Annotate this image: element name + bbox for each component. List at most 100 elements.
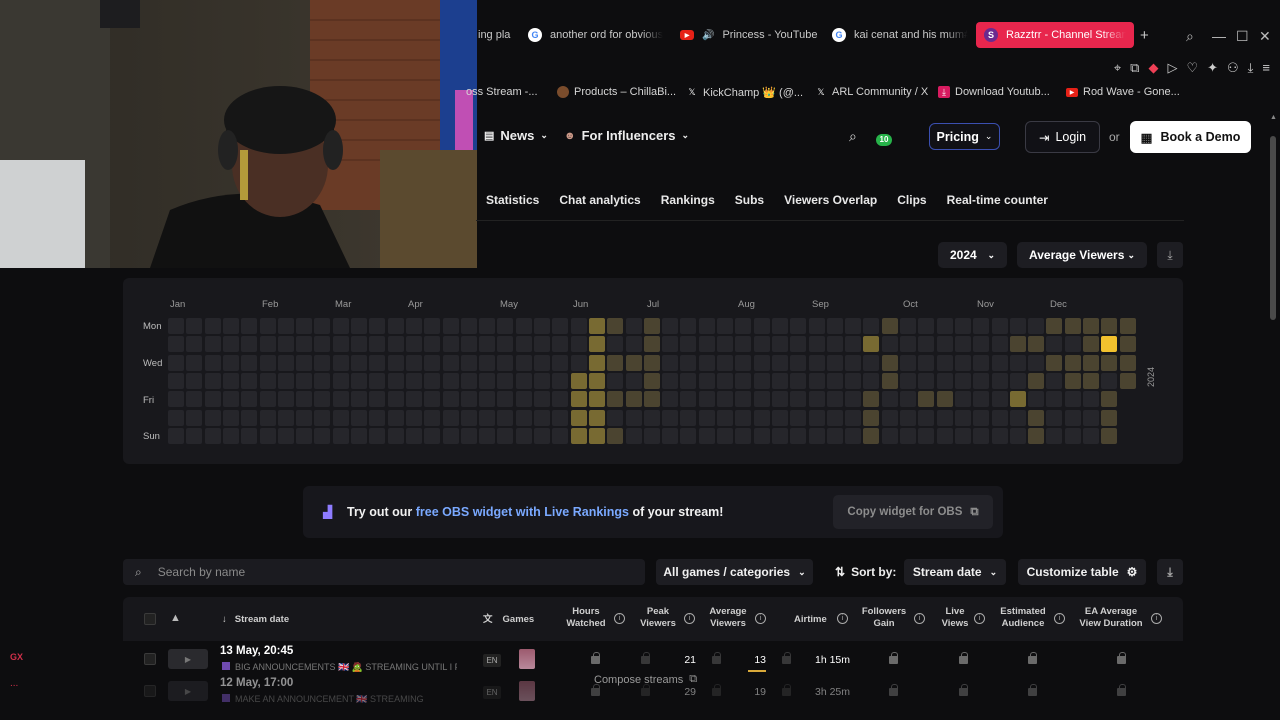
heatmap-cell[interactable]: [186, 318, 203, 334]
heatmap-cell[interactable]: [497, 409, 514, 426]
heatmap-cell[interactable]: [186, 354, 203, 371]
heatmap-cell[interactable]: [698, 318, 715, 334]
heatmap-cell[interactable]: [479, 336, 496, 353]
heatmap-cell[interactable]: [222, 336, 239, 353]
heatmap-cell[interactable]: [479, 409, 496, 426]
heatmap-cell[interactable]: [881, 354, 898, 371]
browser-tab[interactable]: ing pla: [478, 22, 518, 48]
heatmap-cell[interactable]: [954, 336, 971, 353]
heatmap-cell[interactable]: [534, 354, 550, 371]
heatmap-cell[interactable]: [186, 391, 203, 408]
heatmap-cell[interactable]: [351, 427, 367, 444]
heatmap-cell[interactable]: [607, 336, 624, 353]
heatmap-cell[interactable]: [351, 354, 367, 371]
info-icon[interactable]: i: [1054, 613, 1065, 624]
heatmap-cell[interactable]: [1009, 354, 1026, 371]
heatmap-cell[interactable]: [717, 372, 733, 389]
heatmap-cell[interactable]: [918, 336, 935, 353]
heatmap-cell[interactable]: [222, 372, 239, 389]
heatmap-cell[interactable]: [186, 427, 203, 444]
heatmap-cell[interactable]: [1101, 336, 1118, 353]
heatmap-cell[interactable]: [259, 427, 276, 444]
heatmap-cell[interactable]: [845, 427, 862, 444]
select-all-checkbox[interactable]: [144, 613, 156, 625]
nav-news[interactable]: ▤ News ⌄: [484, 128, 548, 143]
heatmap-cell[interactable]: [405, 372, 422, 389]
heatmap-cell[interactable]: [918, 391, 935, 408]
metric-select[interactable]: Average Viewers ⌄: [1017, 242, 1147, 268]
heatmap-cell[interactable]: [881, 391, 898, 408]
heatmap-cell[interactable]: [534, 409, 550, 426]
heatmap-cell[interactable]: [405, 318, 422, 334]
heatmap-cell[interactable]: [845, 336, 862, 353]
heatmap-cell[interactable]: [918, 318, 935, 334]
heatmap-cell[interactable]: [1009, 336, 1026, 353]
more-icon[interactable]: ...: [10, 678, 18, 689]
heatmap-cell[interactable]: [643, 318, 660, 334]
info-icon[interactable]: i: [974, 613, 985, 624]
heatmap-cell[interactable]: [277, 372, 294, 389]
heatmap-cell[interactable]: [973, 318, 990, 334]
heatmap-cell[interactable]: [296, 427, 313, 444]
heatmap-cell[interactable]: [1119, 354, 1136, 371]
heatmap-cell[interactable]: [1009, 391, 1026, 408]
heatmap-cell[interactable]: [497, 336, 514, 353]
heatmap-cell[interactable]: [900, 372, 916, 389]
heatmap-cell[interactable]: [790, 318, 807, 334]
heatmap-cell[interactable]: [753, 372, 770, 389]
heatmap-cell[interactable]: [771, 336, 788, 353]
heatmap-cell[interactable]: [643, 336, 660, 353]
heatmap-cell[interactable]: [1083, 336, 1099, 353]
heatmap-cell[interactable]: [515, 409, 532, 426]
heatmap-cell[interactable]: [808, 409, 825, 426]
page-scrollbar[interactable]: [1270, 136, 1276, 320]
heatmap-cell[interactable]: [222, 409, 239, 426]
heatmap-cell[interactable]: [717, 318, 733, 334]
heatmap-cell[interactable]: [698, 427, 715, 444]
download-icon[interactable]: ⤓: [1157, 242, 1183, 268]
browser-tab[interactable]: G another ord for obvious: [528, 22, 668, 48]
games-filter-select[interactable]: All games / categories ⌄: [656, 559, 813, 585]
heatmap-cell[interactable]: [552, 336, 569, 353]
heatmap-cell[interactable]: [204, 354, 221, 371]
heatmap-cell[interactable]: [826, 354, 843, 371]
game-thumbnail[interactable]: [519, 681, 535, 701]
heatmap-cell[interactable]: [222, 354, 239, 371]
heatmap-cell[interactable]: [1028, 391, 1045, 408]
heatmap-cell[interactable]: [515, 372, 532, 389]
heatmap-cell[interactable]: [735, 427, 752, 444]
heatmap-cell[interactable]: [332, 336, 349, 353]
heatmap-cell[interactable]: [314, 409, 331, 426]
heatmap-cell[interactable]: [460, 427, 477, 444]
heatmap-cell[interactable]: [424, 372, 441, 389]
heatmap-cell[interactable]: [808, 336, 825, 353]
heatmap-cell[interactable]: [1046, 391, 1063, 408]
heatmap-cell[interactable]: [973, 391, 990, 408]
row-checkbox[interactable]: [144, 685, 156, 697]
heatmap-cell[interactable]: [735, 318, 752, 334]
heatmap-cell[interactable]: [369, 372, 386, 389]
heatmap-cell[interactable]: [168, 372, 184, 389]
heatmap-cell[interactable]: [643, 372, 660, 389]
heatmap-cell[interactable]: [936, 372, 953, 389]
heatmap-cell[interactable]: [442, 318, 459, 334]
bookmark-item[interactable]: 𝕏 KickChamp 👑 (@...: [686, 86, 803, 99]
heatmap-cell[interactable]: [680, 409, 697, 426]
column-live-views[interactable]: Live Views: [937, 606, 973, 630]
heatmap-cell[interactable]: [552, 409, 569, 426]
heatmap-cell[interactable]: [954, 391, 971, 408]
heatmap-cell[interactable]: [241, 427, 258, 444]
heatmap-cell[interactable]: [186, 336, 203, 353]
heatmap-cell[interactable]: [771, 427, 788, 444]
heatmap-cell[interactable]: [790, 336, 807, 353]
heatmap-cell[interactable]: [204, 372, 221, 389]
heatmap-cell[interactable]: [460, 354, 477, 371]
heatmap-cell[interactable]: [845, 409, 862, 426]
heatmap-cell[interactable]: [717, 336, 733, 353]
heatmap-cell[interactable]: [607, 372, 624, 389]
heatmap-cell[interactable]: [881, 336, 898, 353]
sort-select[interactable]: Stream date ⌄: [904, 559, 1006, 585]
heatmap-cell[interactable]: [662, 372, 679, 389]
heatmap-cell[interactable]: [369, 318, 386, 334]
pricing-button[interactable]: Pricing ⌄: [929, 123, 1000, 150]
